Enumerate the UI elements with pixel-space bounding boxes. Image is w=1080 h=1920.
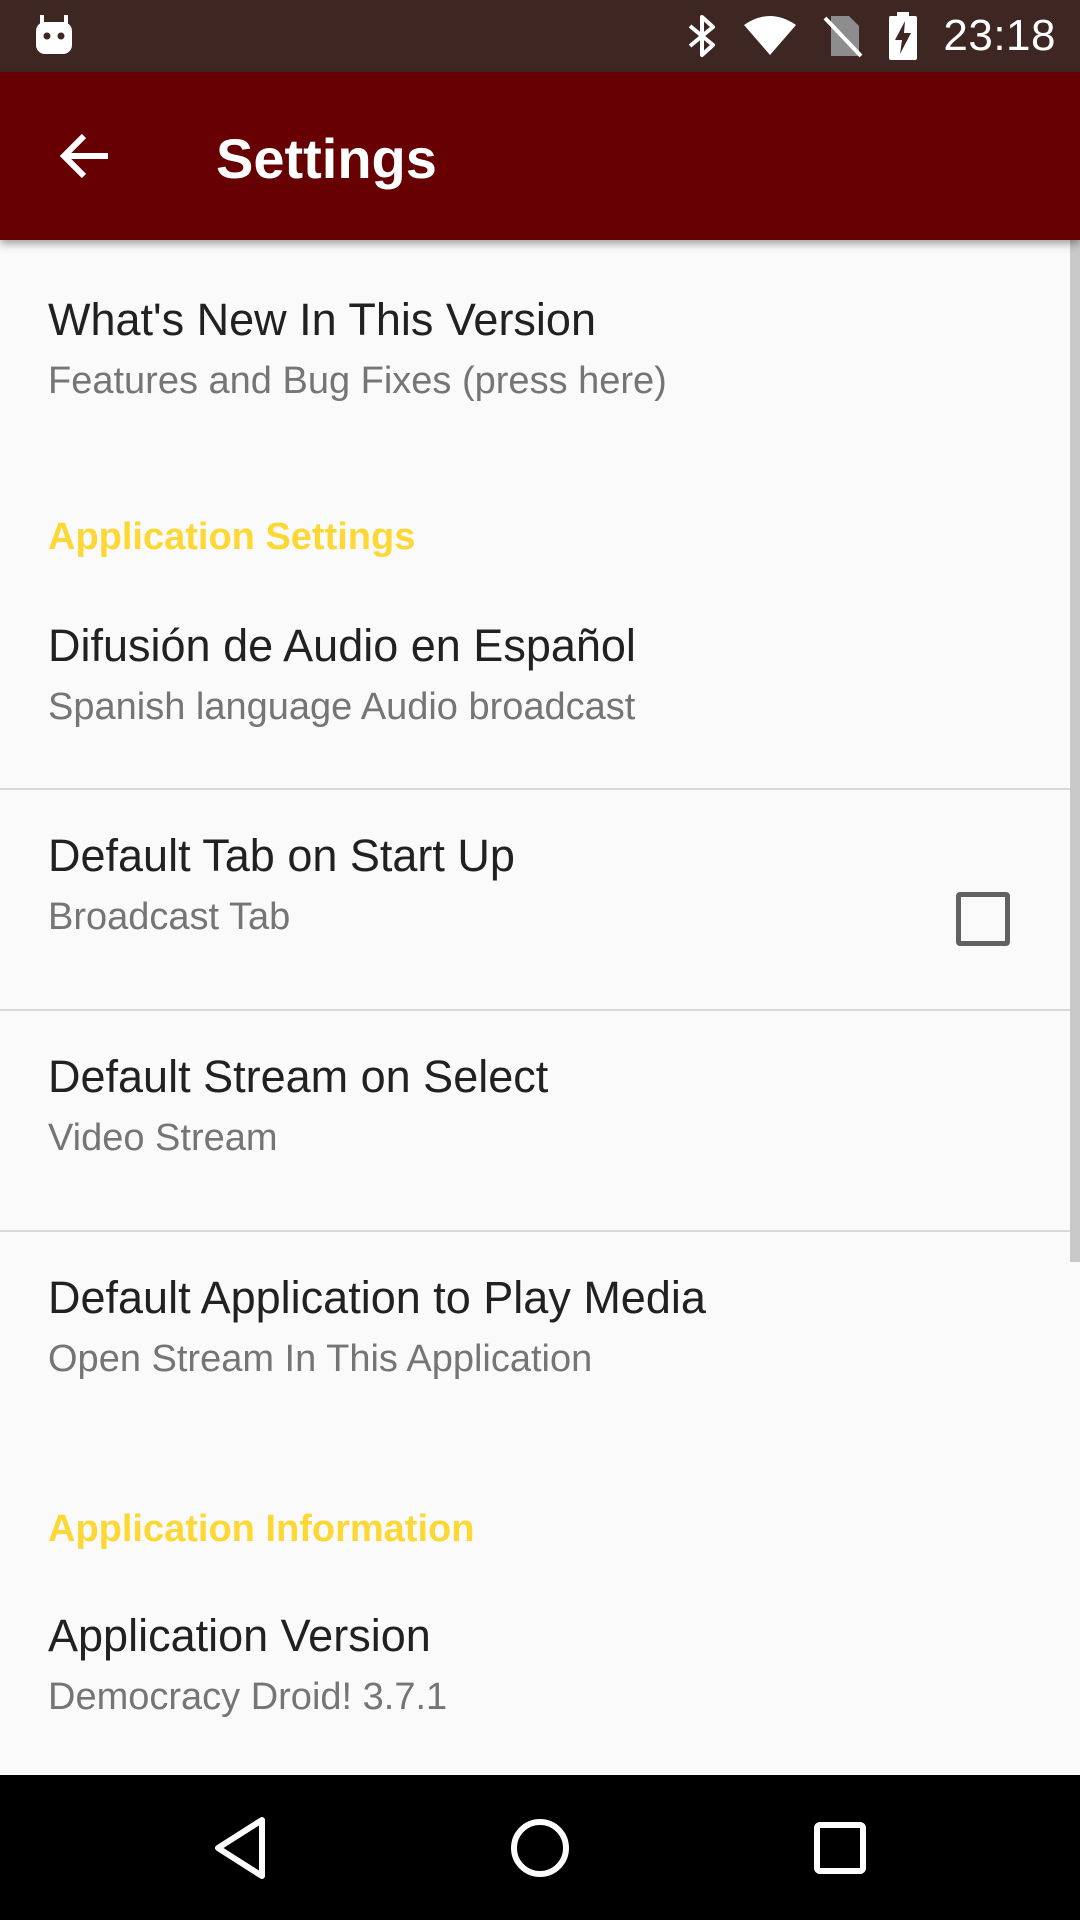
pref-title: Default Tab on Start Up [48,830,515,881]
home-circle-icon [511,1819,569,1877]
pref-whats-new[interactable]: What's New In This Version Features and … [0,240,1080,440]
pref-default-stream[interactable]: Default Stream on Select Video Stream [0,1011,1080,1231]
no-sim-icon [823,14,863,58]
pref-title: Difusión de Audio en Español [48,620,636,671]
status-time: 23:18 [943,11,1056,60]
arrow-back-icon [59,133,108,179]
nav-home-button[interactable] [500,1813,580,1883]
page-title: Settings [216,127,437,190]
pref-default-app[interactable]: Default Application to Play Media Open S… [0,1232,1080,1452]
nav-back-button[interactable] [200,1813,280,1883]
pref-summary: Broadcast Tab [48,896,291,938]
settings-list: What's New In This Version Features and … [0,240,1080,1775]
pref-title: Default Application to Play Media [48,1272,706,1323]
back-button[interactable] [44,116,124,196]
category-application-settings: Application Settings [48,516,416,558]
android-notification-icon [34,14,74,61]
pref-title: Application Version [48,1610,431,1661]
pref-summary: Video Stream [48,1117,278,1159]
battery-charging-icon [889,12,918,60]
nav-recents-button[interactable] [800,1813,880,1883]
category-application-information: Application Information [48,1508,475,1550]
pref-summary: Open Stream In This Application [48,1338,593,1380]
pref-title: What's New In This Version [48,294,596,345]
pref-summary: Features and Bug Fixes (press here) [48,360,667,402]
back-triangle-icon [215,1817,265,1879]
wifi-icon [743,15,797,57]
scrollbar[interactable] [1070,240,1080,1262]
pref-title: Default Stream on Select [48,1051,549,1102]
recents-square-icon [814,1822,866,1874]
bluetooth-icon [687,13,717,59]
app-bar: Settings [0,72,1080,240]
pref-summary: Spanish language Audio broadcast [48,686,636,728]
status-bar: 23:18 [0,0,1080,72]
pref-default-tab[interactable]: Default Tab on Start Up Broadcast Tab [0,790,1080,1010]
pref-summary: Democracy Droid! 3.7.1 [48,1676,448,1718]
navigation-bar [0,1775,1080,1920]
pref-app-version[interactable]: Application Version Democracy Droid! 3.7… [0,1570,1080,1775]
